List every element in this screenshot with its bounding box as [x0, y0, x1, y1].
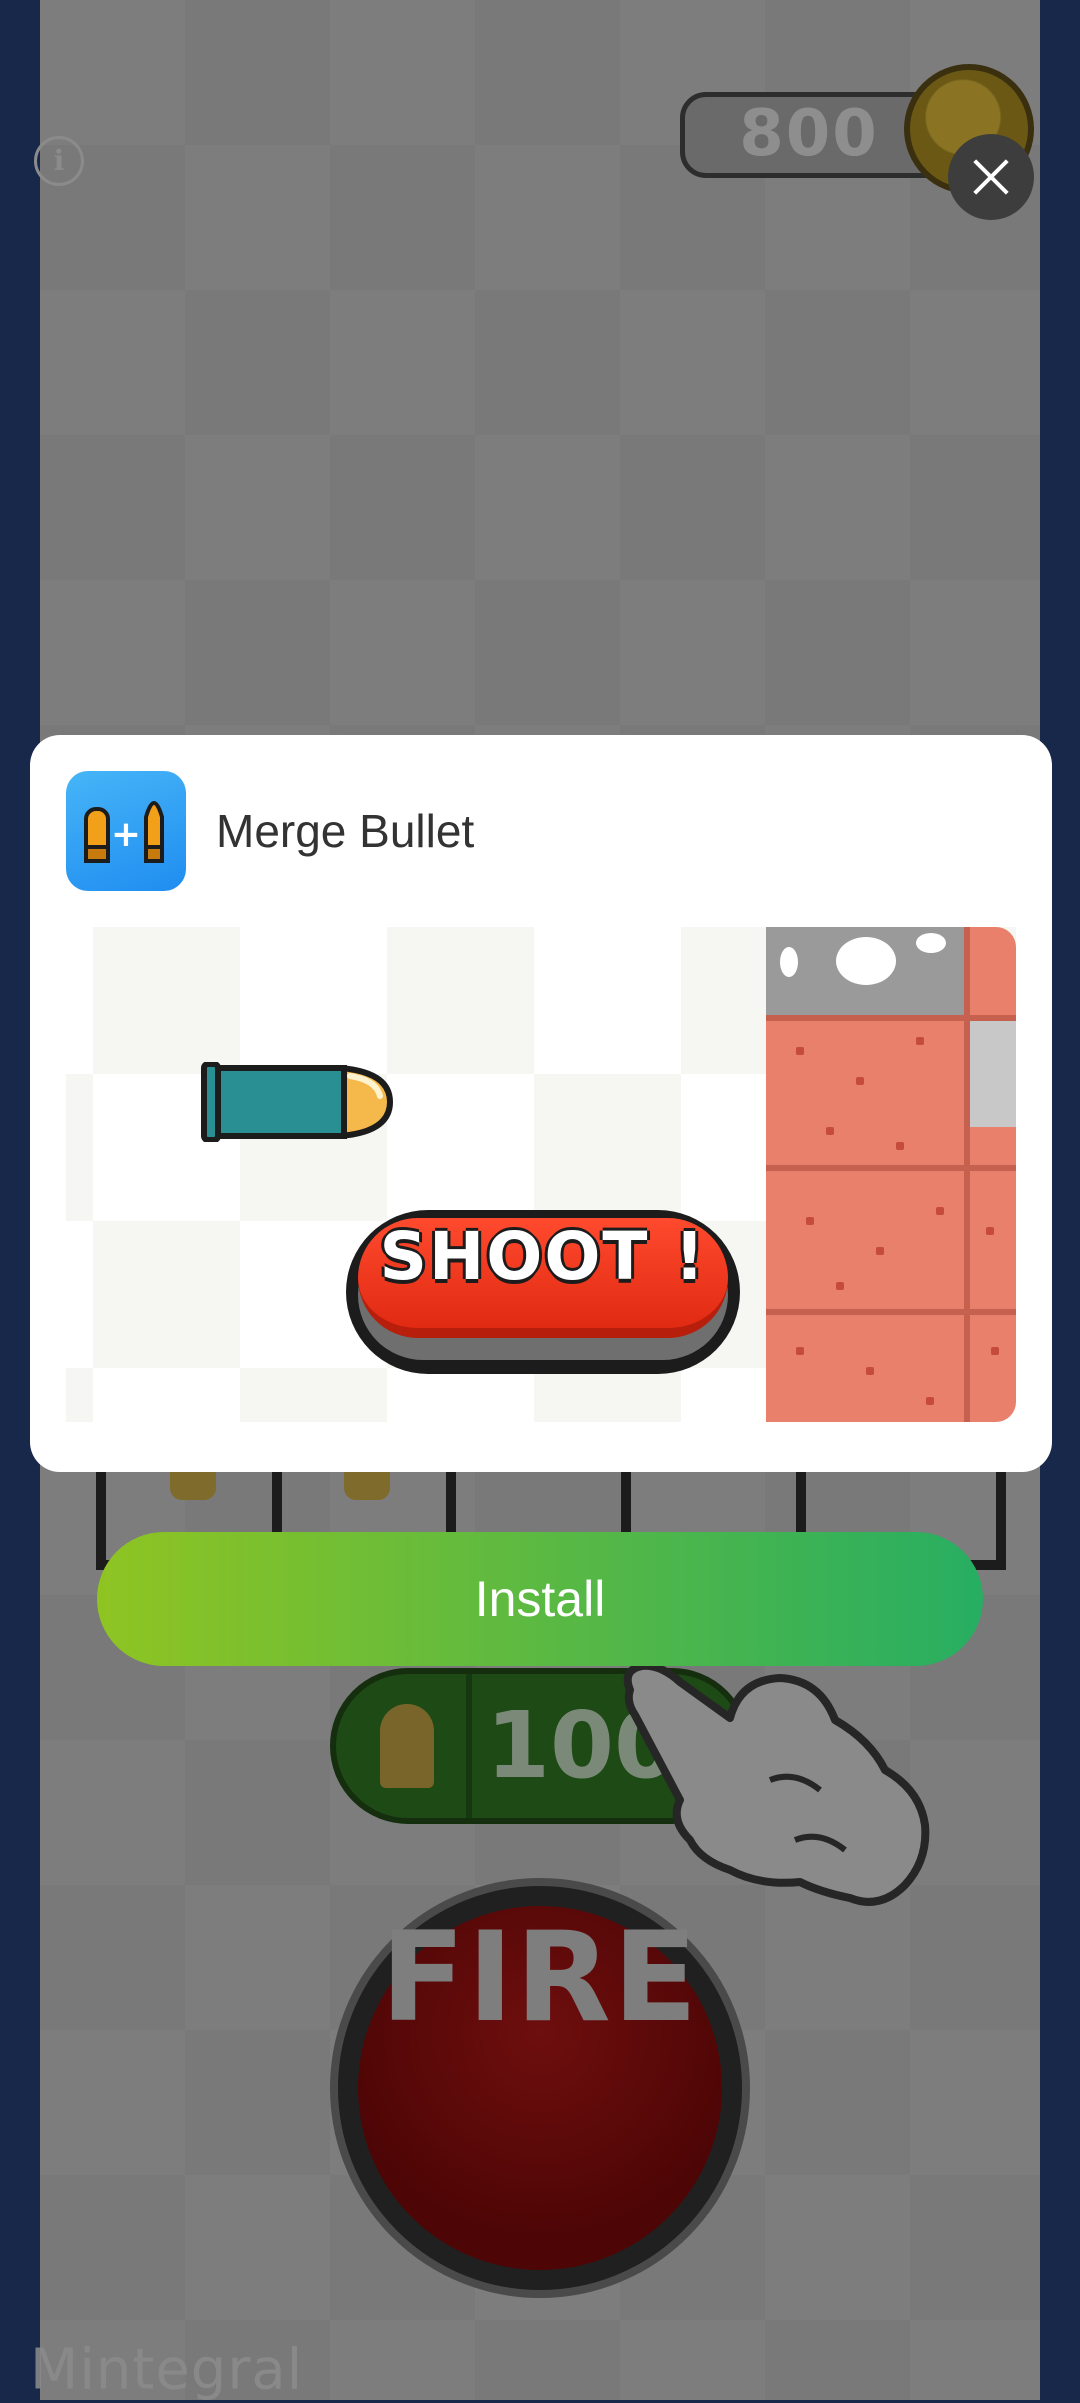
app-icon-graphic: + — [84, 801, 164, 863]
brick-joint — [766, 1309, 1016, 1315]
fire-button[interactable]: FIRE — [330, 1878, 750, 2298]
info-icon[interactable]: i — [34, 136, 84, 186]
close-icon[interactable] — [948, 134, 1034, 220]
bullet-icon — [201, 1062, 393, 1142]
ad-preview[interactable]: SHOOT ! — [66, 927, 1016, 1422]
ad-card[interactable]: + Merge Bullet SHOOT ! — [30, 735, 1052, 1472]
app-title[interactable]: Merge Bullet — [216, 791, 474, 871]
brick-joint — [766, 1165, 1016, 1171]
slot-bullet — [170, 1470, 216, 1500]
ammo-divider — [466, 1674, 472, 1818]
brick-joint — [766, 1015, 1016, 1021]
fire-label: FIRE — [380, 1906, 700, 2050]
bullet-icon — [380, 1704, 434, 1788]
stone-block — [766, 927, 966, 1017]
shoot-button-face: SHOOT ! — [358, 1218, 728, 1338]
shoot-label: SHOOT ! — [379, 1218, 707, 1295]
watermark: Mintegral — [30, 2337, 304, 2403]
brick-joint — [964, 927, 970, 1422]
svg-text:+: + — [111, 814, 141, 855]
merge-bullet-app-icon[interactable]: + — [66, 771, 186, 891]
slot-bullet — [344, 1470, 390, 1500]
stone-block — [966, 1017, 1016, 1127]
install-label: Install — [474, 1571, 606, 1627]
fire-button-face: FIRE — [358, 1906, 722, 2270]
brick-wall — [766, 927, 1016, 1422]
shoot-button[interactable]: SHOOT ! — [346, 1210, 740, 1374]
coin-value: 800 — [739, 97, 879, 171]
install-button[interactable]: Install — [97, 1532, 983, 1666]
hand-pointer-icon — [623, 1661, 930, 1906]
